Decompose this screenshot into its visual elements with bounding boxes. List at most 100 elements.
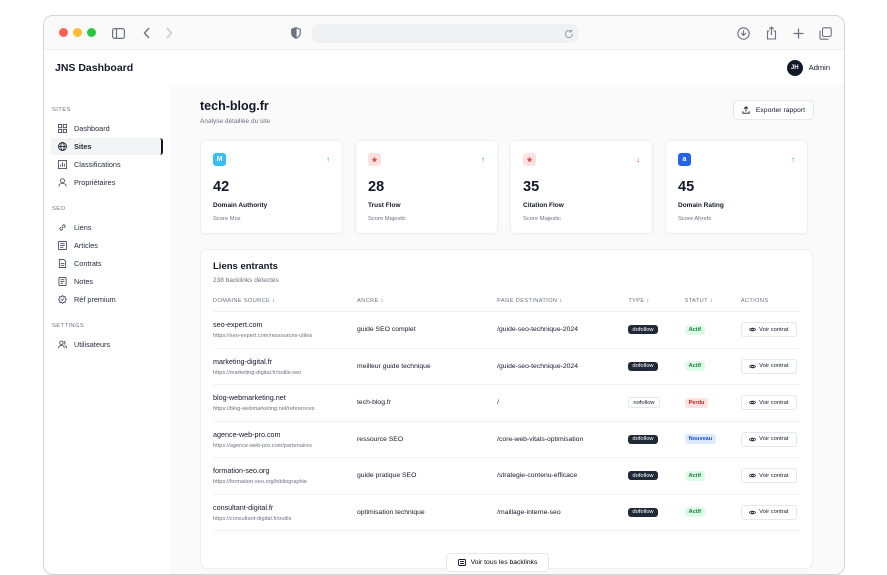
sidebar-item-notes[interactable]: Notes — [51, 273, 163, 290]
sidebar-item-contrats[interactable]: Contrats — [51, 255, 163, 272]
source-url[interactable]: https://formation-seo.org/bibliographie — [213, 479, 357, 485]
tabs-overview-icon[interactable] — [817, 25, 833, 41]
avatar: JH — [786, 59, 803, 76]
source-domain[interactable]: marketing-digital.fr — [213, 357, 357, 366]
metric-label: Trust Flow — [368, 202, 401, 209]
globe-icon — [58, 142, 67, 151]
metric-icon: M — [213, 153, 226, 166]
anchor-text: ressource SEO — [357, 435, 404, 443]
sidebar-item-dashboard[interactable]: Dashboard — [51, 120, 163, 137]
close-window-button[interactable] — [59, 28, 68, 37]
source-domain[interactable]: consultant-digital.fr — [213, 503, 357, 512]
sidebar-item-sites[interactable]: Sites — [51, 138, 163, 155]
sidebar-section-settings: SETTINGS Utilisateurs — [51, 323, 170, 353]
metric-card: a ↑ 45 Domain Rating Score Ahrefs — [665, 140, 808, 234]
metric-label: Domain Authority — [213, 202, 268, 209]
anchor-text: meilleur guide technique — [357, 362, 431, 370]
sidebar-item-label: Réf premium — [74, 295, 116, 304]
column-header-domain[interactable]: DOMAINE SOURCE ↕ — [213, 298, 357, 311]
metric-icon: a — [678, 153, 691, 166]
view-all-backlinks-button[interactable]: Voir tous les backlinks — [446, 553, 549, 572]
metric-source: Score Ahrefs — [678, 216, 712, 222]
view-contract-button[interactable]: Voir contrat — [740, 322, 797, 338]
table-row: seo-expert.com https://seo-expert.com/res… — [213, 312, 800, 349]
source-url[interactable]: https://blog-webmarketing.net/references — [213, 406, 357, 412]
trend-up-icon: ↑ — [326, 155, 330, 164]
trend-up-icon: ↑ — [791, 155, 795, 164]
sidebar-item-label: Classifications — [74, 160, 121, 169]
destination-page: / — [497, 399, 500, 407]
view-contract-button[interactable]: Voir contrat — [740, 504, 797, 520]
metric-value: 42 — [213, 179, 230, 195]
users-icon — [58, 340, 67, 349]
status-badge: Perdu — [684, 397, 709, 408]
column-header-destination[interactable]: PAGE DESTINATION ↕ — [497, 298, 628, 311]
document-icon — [58, 259, 67, 268]
sidebar-section-title: SETTINGS — [52, 323, 85, 329]
sidebar-toggle-icon[interactable] — [110, 25, 126, 41]
column-header-anchor[interactable]: ANCRE ↕ — [357, 298, 497, 311]
view-contract-button[interactable]: Voir contrat — [740, 395, 797, 411]
metric-value: 35 — [523, 179, 540, 195]
sidebar-item-utilisateurs[interactable]: Utilisateurs — [51, 336, 163, 353]
browser-window: JNS Dashboard JH Admin SITES Dashboard S… — [43, 15, 845, 575]
sidebar-item-classifications[interactable]: Classifications — [51, 156, 163, 173]
table-row: consultant-digital.fr https://consultant-… — [213, 495, 800, 531]
sidebar-item-ref-premium[interactable]: Réf premium — [51, 291, 163, 308]
download-icon[interactable] — [735, 25, 751, 41]
view-contract-button[interactable]: Voir contrat — [740, 358, 797, 374]
view-contract-button[interactable]: Voir contrat — [740, 468, 797, 484]
eye-icon — [749, 327, 757, 332]
article-icon — [58, 241, 67, 250]
type-badge: dofollow — [628, 471, 658, 481]
export-report-button[interactable]: Exporter rapport — [732, 100, 814, 120]
view-contract-label: Voir contrat — [759, 472, 789, 479]
column-header-actions: ACTIONS — [740, 298, 769, 304]
back-icon[interactable] — [139, 25, 155, 41]
metric-source: Score Moz — [213, 216, 241, 222]
share-icon[interactable] — [763, 25, 779, 41]
sidebar-section-title: SITES — [52, 107, 71, 113]
eye-icon — [749, 473, 757, 478]
sidebar-item-label: Notes — [74, 277, 94, 286]
metric-icon: ★ — [523, 153, 536, 166]
column-header-type[interactable]: TYPE ↕ — [628, 298, 684, 311]
user-name: Admin — [808, 63, 830, 72]
trend-down-icon: ↓ — [636, 155, 640, 164]
source-url[interactable]: https://marketing-digital.fr/outils-seo — [213, 370, 357, 376]
sidebar-item-proprietaires[interactable]: Propriétaires — [51, 174, 163, 191]
source-domain[interactable]: blog-webmarketing.net — [213, 393, 357, 402]
view-contract-label: Voir contrat — [759, 436, 789, 443]
sidebar-item-label: Liens — [74, 223, 92, 232]
source-domain[interactable]: agence-web-pro.com — [213, 430, 357, 439]
url-bar[interactable] — [312, 24, 578, 43]
column-header-status[interactable]: STATUT ↕ — [685, 298, 741, 311]
view-contract-label: Voir contrat — [759, 326, 789, 333]
sidebar-item-label: Sites — [74, 142, 92, 151]
type-badge: dofollow — [628, 361, 658, 371]
forward-icon[interactable] — [161, 25, 177, 41]
anchor-text: tech-blog.fr — [357, 399, 392, 407]
source-url[interactable]: https://agence-web-pro.com/partenaires — [213, 443, 357, 449]
status-badge: Actif — [684, 470, 706, 481]
sidebar-item-articles[interactable]: Articles — [51, 237, 163, 254]
new-tab-icon[interactable] — [790, 25, 806, 41]
reload-icon[interactable] — [561, 26, 577, 42]
sidebar-item-liens[interactable]: Liens — [51, 219, 163, 236]
shield-icon[interactable] — [288, 25, 304, 41]
view-all-label: Voir tous les backlinks — [470, 559, 538, 566]
metric-label: Citation Flow — [523, 202, 564, 209]
view-contract-button[interactable]: Voir contrat — [740, 431, 797, 447]
maximize-window-button[interactable] — [87, 28, 96, 37]
source-domain[interactable]: formation-seo.org — [213, 466, 357, 475]
table-row: blog-webmarketing.net https://blog-webmar… — [213, 385, 800, 422]
source-url[interactable]: https://consultant-digital.fr/outils — [213, 516, 357, 522]
table-body: seo-expert.com https://seo-expert.com/res… — [213, 312, 800, 531]
user-menu[interactable]: JH Admin — [786, 59, 830, 76]
source-url[interactable]: https://seo-expert.com/ressources-utiles — [213, 333, 357, 339]
eye-icon — [749, 364, 757, 369]
status-badge: Nouveau — [684, 434, 717, 445]
source-domain[interactable]: seo-expert.com — [213, 320, 357, 329]
sidebar-section-sites: SITES Dashboard Sites Classifications Pr… — [51, 107, 170, 191]
minimize-window-button[interactable] — [73, 28, 82, 37]
